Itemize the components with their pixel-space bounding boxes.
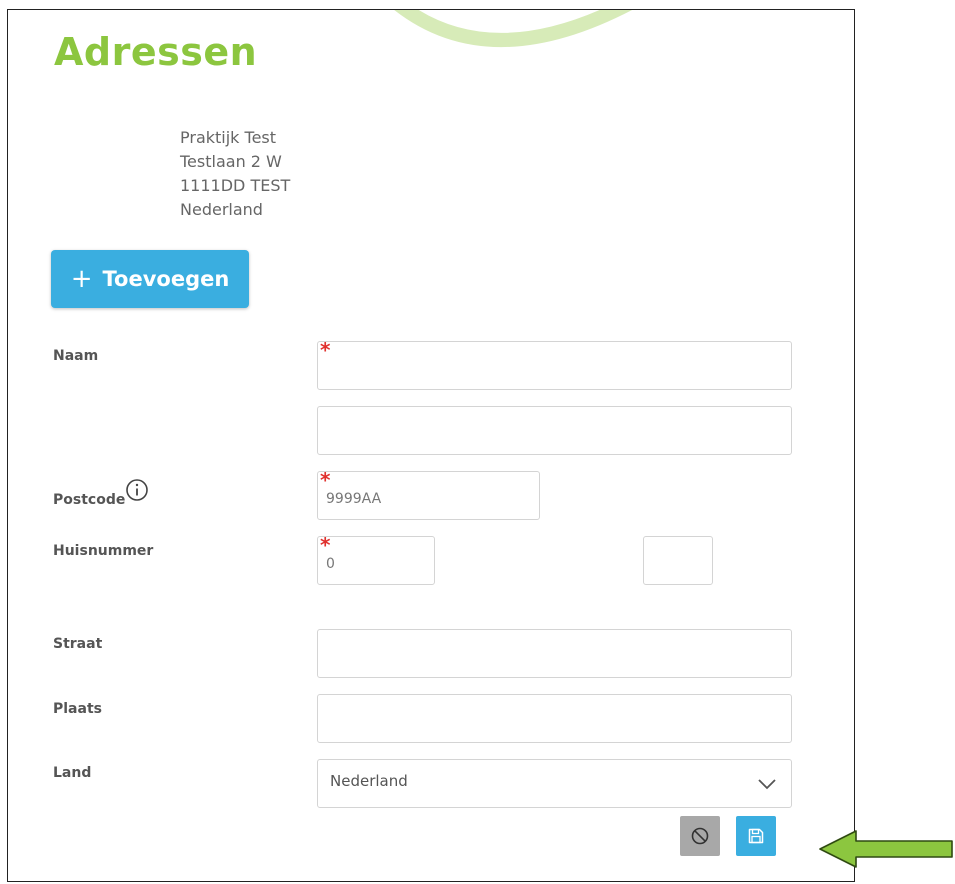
floppy-disk-icon xyxy=(748,828,764,844)
postcode-value: 9999AA xyxy=(326,491,382,507)
land-select[interactable]: Nederland xyxy=(317,759,792,808)
address-line: 1111DD TEST xyxy=(180,176,291,195)
pointer-arrow-icon xyxy=(819,830,953,868)
cancel-button[interactable] xyxy=(680,816,720,856)
straat-label: Straat xyxy=(53,636,103,652)
huisnummer-input[interactable]: * 0 xyxy=(317,533,435,585)
address-line: Praktijk Test xyxy=(180,128,277,147)
postcode-input[interactable]: * 9999AA xyxy=(317,468,540,520)
naam-input[interactable]: * xyxy=(317,338,792,390)
ban-icon xyxy=(691,827,709,845)
address-line: Testlaan 2 W xyxy=(180,152,282,171)
address-line: Nederland xyxy=(180,200,263,219)
straat-input[interactable] xyxy=(317,629,792,678)
land-value: Nederland xyxy=(330,772,408,790)
toevoeging-input[interactable] xyxy=(643,536,713,585)
postcode-label: Postcode xyxy=(53,492,126,508)
naam-label: Naam xyxy=(53,348,99,364)
page-title: Adressen xyxy=(54,30,258,74)
plus-icon: + xyxy=(70,264,93,294)
huisnummer-value: 0 xyxy=(326,556,335,572)
naam-second-input[interactable] xyxy=(317,406,792,455)
address-summary: Praktijk Test Testlaan 2 W 1111DD TEST N… xyxy=(180,126,290,222)
add-button-label: Toevoegen xyxy=(102,267,230,291)
plaats-input[interactable] xyxy=(317,694,792,743)
info-icon[interactable] xyxy=(125,478,149,502)
required-marker: * xyxy=(320,338,331,362)
chevron-down-icon xyxy=(758,779,776,790)
required-marker: * xyxy=(320,468,331,492)
required-marker: * xyxy=(320,533,331,557)
huisnummer-label: Huisnummer xyxy=(53,543,154,559)
save-button[interactable] xyxy=(736,816,776,856)
land-label: Land xyxy=(53,765,92,781)
add-address-button[interactable]: + Toevoegen xyxy=(51,250,249,308)
plaats-label: Plaats xyxy=(53,701,102,717)
page: Adressen Praktijk Test Testlaan 2 W 1111… xyxy=(0,0,955,884)
address-panel: Adressen Praktijk Test Testlaan 2 W 1111… xyxy=(7,9,855,882)
